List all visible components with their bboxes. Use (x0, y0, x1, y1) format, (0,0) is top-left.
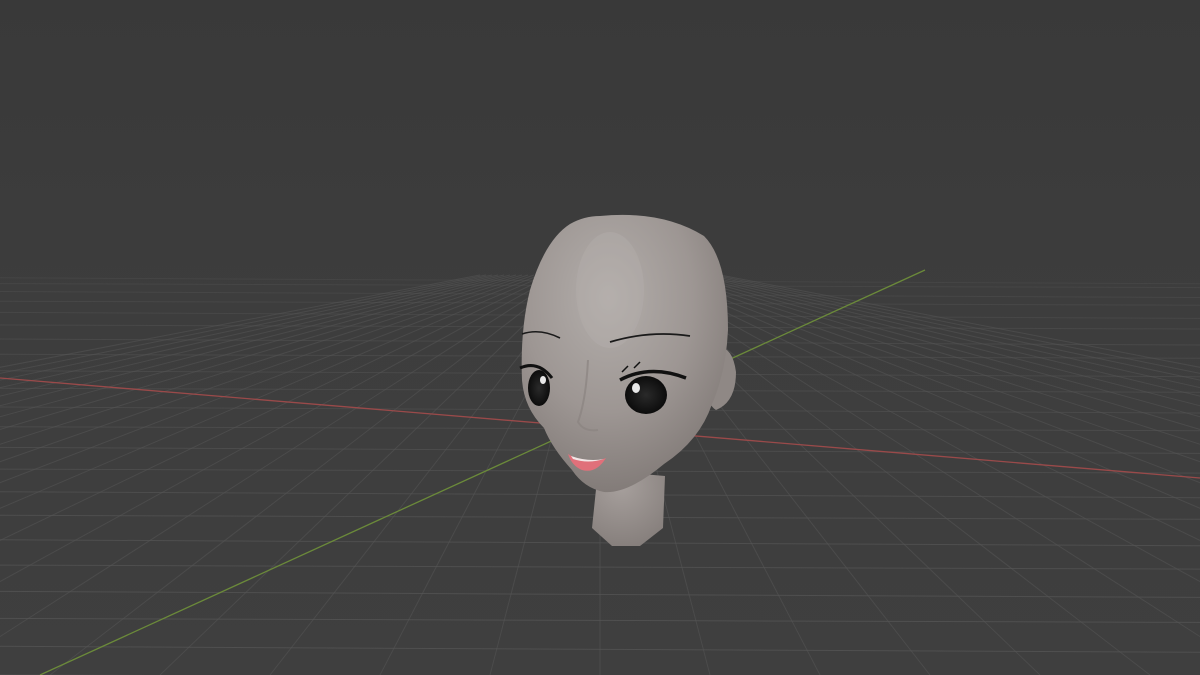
y-axis-line (39, 269, 926, 675)
viewport-canvas[interactable] (0, 0, 1200, 675)
grid-line (0, 274, 493, 381)
grid-line (0, 274, 481, 368)
grid-line (0, 274, 541, 484)
forehead-highlight (576, 232, 644, 348)
head-model[interactable] (519, 214, 736, 546)
grid-line (0, 274, 499, 389)
grid-line (0, 274, 547, 509)
grid-line (719, 274, 1200, 368)
grid-line (701, 274, 1200, 389)
grid-line (0, 274, 535, 463)
grid-line (665, 274, 1200, 463)
grid-line (659, 274, 1200, 484)
grid-line (0, 274, 487, 374)
grid-line (653, 274, 1200, 509)
grid-line (159, 274, 577, 675)
grid-line (0, 274, 559, 583)
grid-line (49, 274, 571, 675)
grid-line (713, 274, 1200, 374)
grid-line (0, 274, 565, 638)
3d-viewport[interactable] (0, 0, 1200, 675)
